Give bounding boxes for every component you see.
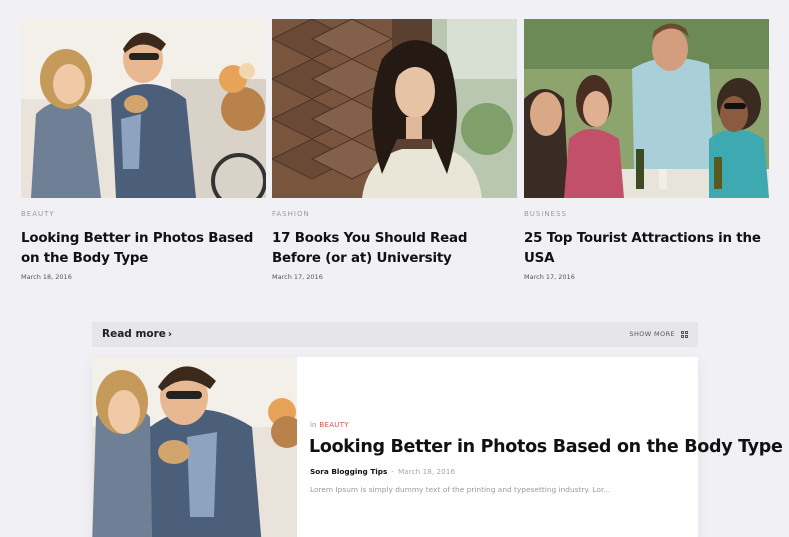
- featured-post[interactable]: in BEAUTY Looking Better in Photos Based …: [92, 357, 783, 537]
- post-thumbnail[interactable]: [272, 19, 517, 198]
- featured-excerpt: Lorem Ipsum is simply dummy text of the …: [310, 485, 611, 494]
- post-date: March 17, 2016: [272, 273, 323, 281]
- woman-chair-photo: [272, 19, 517, 198]
- post-thumbnail[interactable]: [524, 19, 769, 198]
- featured-category[interactable]: BEAUTY: [319, 421, 349, 429]
- post-category[interactable]: FASHION: [272, 210, 517, 218]
- couple-photo: [21, 19, 266, 198]
- featured-category-line: in BEAUTY: [310, 421, 349, 429]
- post-category[interactable]: BUSINESS: [524, 210, 769, 218]
- meta-separator: -: [391, 467, 394, 476]
- featured-date: March 18, 2016: [398, 467, 456, 476]
- post-title[interactable]: 25 Top Tourist Attractions in the USA: [524, 229, 769, 269]
- post-card[interactable]: FASHION 17 Books You Should Read Before …: [272, 19, 517, 281]
- post-grid: BEAUTY Looking Better in Photos Based on…: [21, 19, 769, 289]
- featured-thumbnail[interactable]: [92, 357, 297, 537]
- show-more-link[interactable]: SHOW MORE: [629, 330, 688, 338]
- post-card[interactable]: BEAUTY Looking Better in Photos Based on…: [21, 19, 266, 281]
- couple-photo: [92, 357, 297, 537]
- featured-title[interactable]: Looking Better in Photos Based on the Bo…: [309, 437, 783, 457]
- show-more-label: SHOW MORE: [629, 330, 675, 338]
- read-more-bar: Read more › SHOW MORE: [92, 322, 698, 347]
- chevron-right-icon: ›: [167, 329, 173, 340]
- post-card[interactable]: BUSINESS 25 Top Tourist Attractions in t…: [524, 19, 769, 281]
- in-label: in: [310, 421, 317, 429]
- featured-meta: Sora Blogging Tips - March 18, 2016: [310, 467, 455, 476]
- post-category[interactable]: BEAUTY: [21, 210, 266, 218]
- read-more-link[interactable]: Read more ›: [102, 328, 172, 340]
- post-title[interactable]: 17 Books You Should Read Before (or at) …: [272, 229, 517, 269]
- post-date: March 17, 2016: [524, 273, 575, 281]
- author-link[interactable]: Sora Blogging Tips: [310, 467, 387, 476]
- grid-icon: [681, 330, 688, 338]
- post-title[interactable]: Looking Better in Photos Based on the Bo…: [21, 229, 266, 269]
- read-more-label: Read more: [102, 328, 166, 340]
- post-thumbnail[interactable]: [21, 19, 266, 198]
- post-date: March 18, 2016: [21, 273, 72, 281]
- friends-dinner-photo: [524, 19, 769, 198]
